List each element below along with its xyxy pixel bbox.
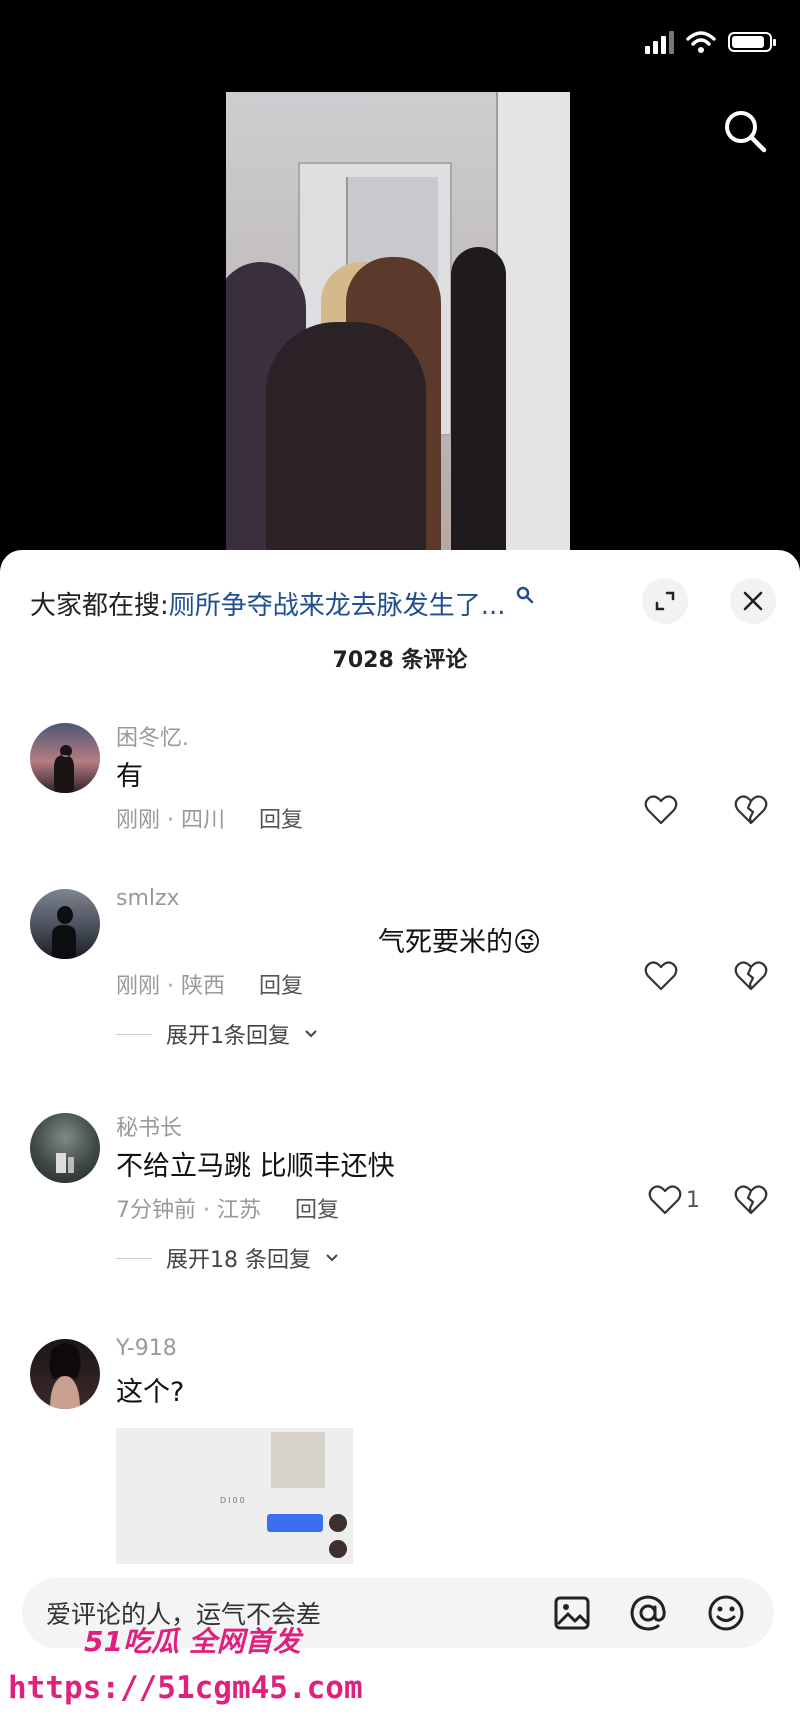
heart-icon (644, 961, 678, 991)
chevron-down-icon (326, 1254, 338, 1262)
emoji-icon[interactable] (706, 1593, 746, 1633)
watermark-logo: 51吃瓜 全网首发 (84, 1625, 301, 1658)
image-icon[interactable] (552, 1593, 592, 1633)
comment-username[interactable]: Y-918 (116, 1336, 177, 1361)
broken-heart-icon[interactable] (734, 1184, 768, 1216)
attachment-avatar-dot (329, 1514, 347, 1532)
comment-time-location: 刚刚 · 陕西 (116, 974, 225, 999)
watermark-url: https://51cgm45.com (8, 1670, 363, 1706)
attachment-thumbnail (271, 1432, 325, 1488)
heart-icon (644, 795, 678, 825)
comment-text: 有 (116, 761, 143, 792)
comment-image-attachment[interactable]: DI00 (116, 1428, 353, 1564)
comment-count: 7028 条评论 (332, 648, 468, 673)
comment-username[interactable]: 秘书长 (116, 1110, 182, 1142)
attachment-small-text: DI00 (220, 1496, 247, 1505)
battery-icon (728, 32, 776, 52)
like-count: 1 (686, 1187, 700, 1213)
search-icon[interactable] (722, 108, 768, 154)
broken-heart-icon[interactable] (734, 794, 768, 826)
watermark: 51吃瓜 全网首发 https://51cgm45.com (8, 1620, 363, 1720)
status-bar (645, 30, 776, 54)
search-suggestion-prefix: 大家都在搜: (30, 590, 169, 621)
broken-heart-icon[interactable] (734, 960, 768, 992)
like-button[interactable] (644, 794, 682, 826)
close-icon (743, 591, 763, 611)
avatar[interactable] (30, 723, 100, 793)
divider (116, 1257, 152, 1259)
search-icon[interactable] (516, 586, 534, 604)
heart-icon (648, 1185, 682, 1215)
comment-time-location: 刚刚 · 四川 (116, 808, 225, 833)
avatar[interactable] (30, 889, 100, 959)
attachment-button-graphic (267, 1514, 323, 1532)
expand-button[interactable] (642, 578, 688, 624)
at-icon[interactable] (628, 1593, 668, 1633)
expand-replies-button[interactable]: 展开18 条回复 (116, 1242, 339, 1274)
avatar[interactable] (30, 1113, 100, 1183)
reply-button[interactable]: 回复 (259, 968, 303, 1000)
comment-meta: 7分钟前 · 江苏 回复 (116, 1192, 339, 1224)
signal-icon (645, 30, 674, 54)
expand-icon (655, 591, 675, 611)
reply-button[interactable]: 回复 (259, 802, 303, 834)
close-button[interactable] (730, 578, 776, 624)
comment-sheet: 大家都在搜:厕所争夺战来龙去脉发生了... 7028 条评论 困冬忆. 有 刚刚… (0, 550, 800, 1723)
comment-text: 不给立马跳 比顺丰还快 (116, 1151, 395, 1182)
comment-meta: 刚刚 · 陕西 回复 (116, 968, 303, 1000)
expand-replies-label: 展开18 条回复 (166, 1248, 311, 1273)
expand-replies-label: 展开1条回复 (166, 1024, 290, 1049)
video-player[interactable] (226, 92, 570, 562)
expand-replies-button[interactable]: 展开1条回复 (116, 1018, 318, 1050)
comment-text: 这个? (116, 1377, 185, 1408)
sheet-header: 大家都在搜:厕所争夺战来龙去脉发生了... (30, 578, 776, 628)
attachment-avatar-dot (329, 1540, 347, 1558)
divider (116, 1033, 152, 1035)
search-suggestion[interactable]: 大家都在搜:厕所争夺战来龙去脉发生了... (30, 585, 506, 622)
like-button[interactable] (644, 960, 682, 992)
comment-meta: 刚刚 · 四川 回复 (116, 802, 303, 834)
avatar[interactable] (30, 1339, 100, 1409)
chevron-down-icon (305, 1030, 317, 1038)
comment-username[interactable]: smlzx (116, 886, 180, 911)
reply-button[interactable]: 回复 (295, 1192, 339, 1224)
comment-username[interactable]: 困冬忆. (116, 720, 189, 752)
comment-time-location: 7分钟前 · 江苏 (116, 1198, 261, 1223)
comment-text: 气死要米的😜 (378, 927, 542, 958)
wifi-icon (686, 31, 716, 53)
search-suggestion-query[interactable]: 厕所争夺战来龙去脉发生了... (169, 591, 506, 621)
like-button[interactable]: 1 (648, 1184, 700, 1216)
